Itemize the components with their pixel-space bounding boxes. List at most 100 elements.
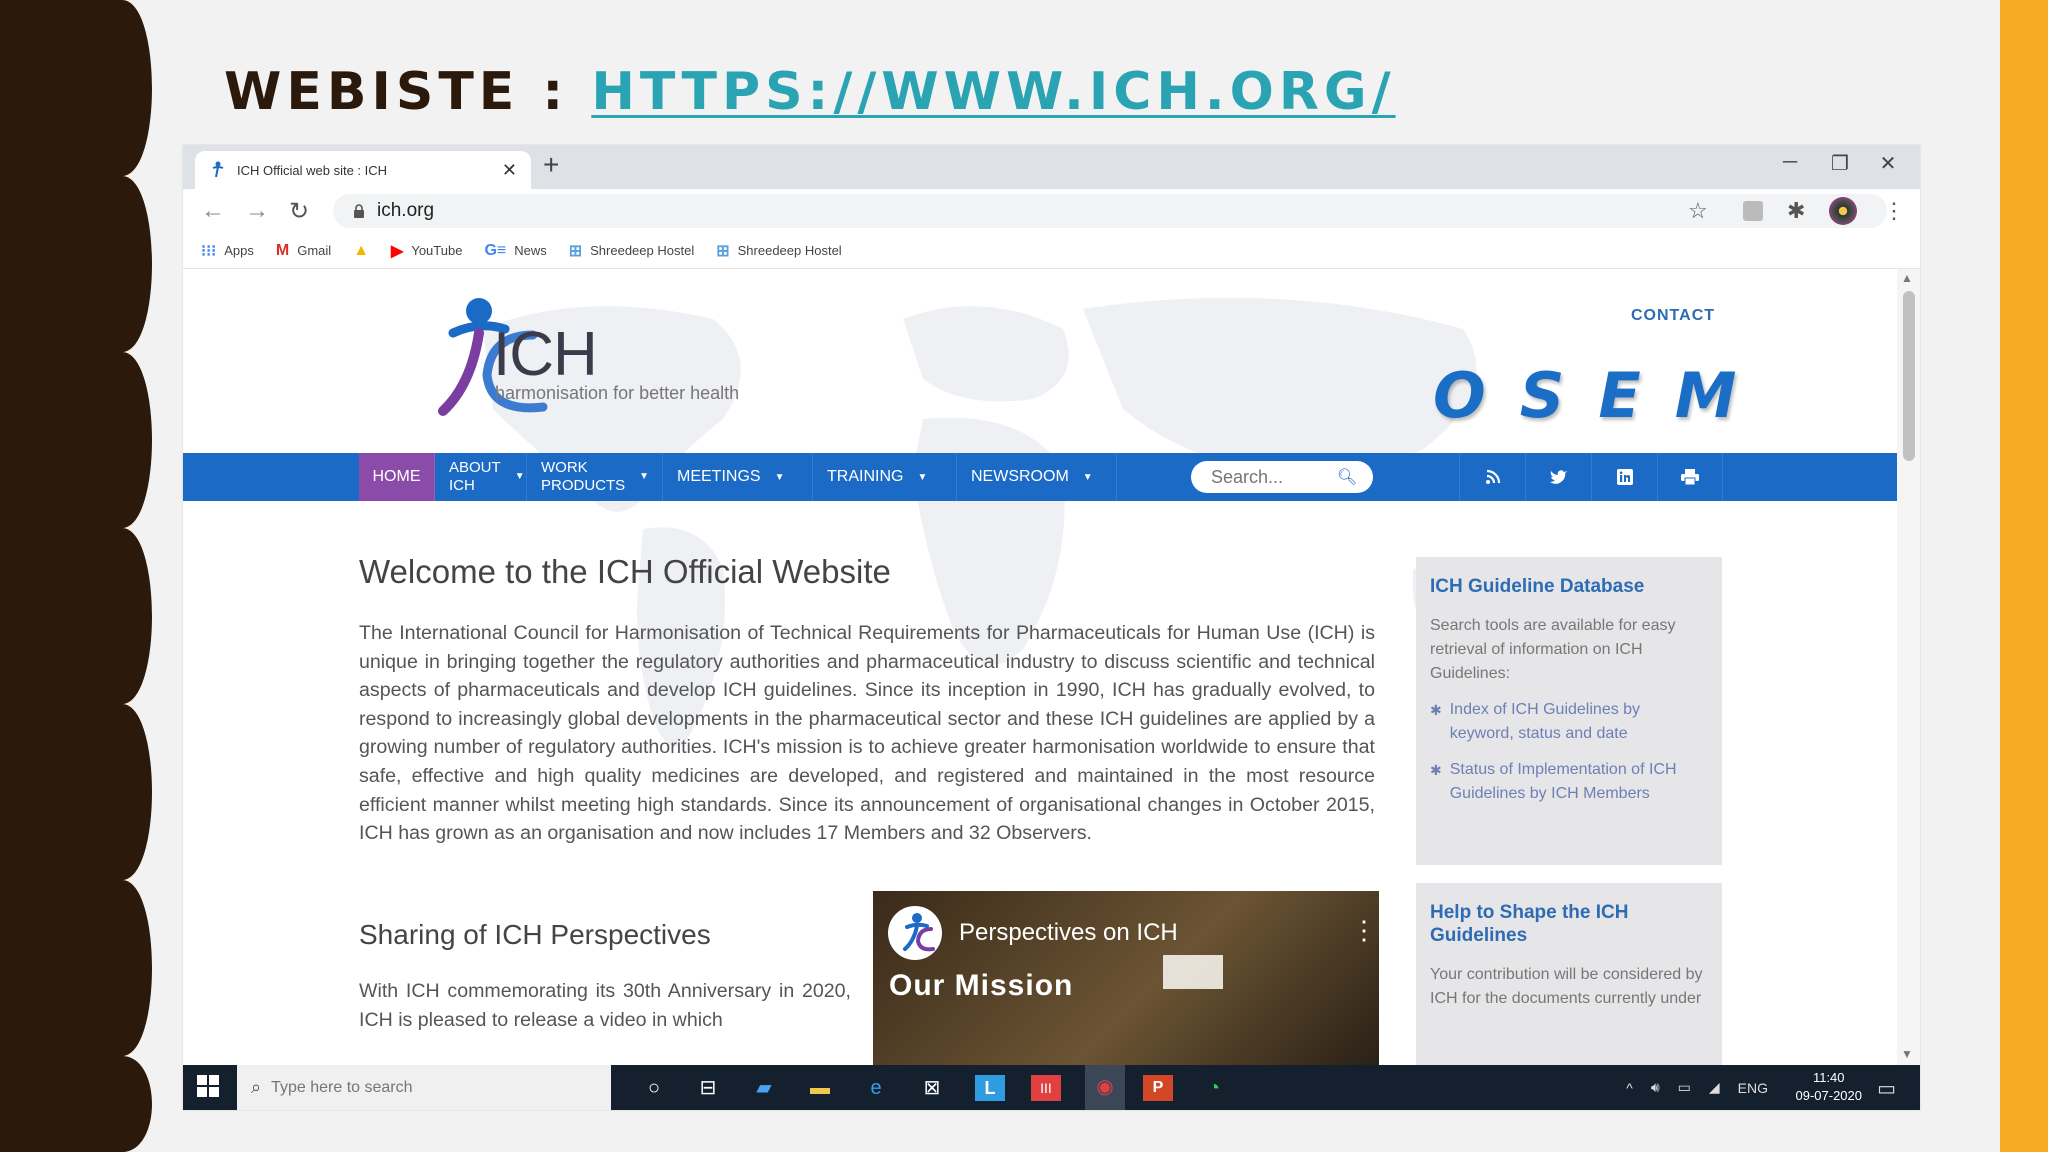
osem-banner[interactable]: O S E M — [1433, 359, 1736, 432]
osem-letter: E — [1598, 359, 1641, 432]
ich-channel-icon — [888, 906, 942, 960]
welcome-paragraph: The International Council for Harmonisat… — [359, 622, 1375, 845]
red-app-icon[interactable]: III — [1031, 1075, 1061, 1101]
nav-label: WORK PRODUCTS — [541, 459, 626, 494]
nav-label: NEWSROOM — [971, 468, 1069, 485]
bookmark-shreedeep-hostel[interactable]: ⊞ Shreedeep Hostel — [716, 241, 841, 261]
system-tray: ^ 🔊︎ ▭ ◢ ENG — [1626, 1065, 1768, 1110]
new-tab-button[interactable]: + — [543, 149, 559, 181]
nav-about-ich[interactable]: ABOUT ICH ▼ — [435, 453, 527, 501]
ich-bullet-icon: ✱ — [1430, 762, 1442, 778]
browser-menu-icon[interactable]: ⋮ — [1883, 198, 1905, 224]
l-app-icon[interactable]: L — [975, 1075, 1005, 1101]
task-view-icon[interactable]: ⊟ — [693, 1073, 723, 1103]
rss-icon[interactable] — [1459, 453, 1525, 501]
caret-down-icon: ▼ — [774, 471, 785, 483]
help-shape-guidelines-panel: Help to Shape the ICH Guidelines Your co… — [1416, 883, 1722, 1065]
nav-home[interactable]: HOME — [359, 453, 435, 501]
scroll-down-arrow-icon[interactable]: ▼ — [1901, 1047, 1913, 1061]
print-icon[interactable] — [1657, 453, 1723, 501]
nav-newsroom[interactable]: NEWSROOM ▼ — [957, 453, 1117, 501]
osem-letter: M — [1674, 359, 1737, 432]
file-explorer-icon[interactable]: ▬ — [805, 1073, 835, 1103]
whatsapp-icon[interactable]: ◔ — [1199, 1073, 1229, 1103]
reload-button[interactable]: ↻ — [289, 197, 309, 226]
bookmark-shreedeep-hostel[interactable]: ⊞ Shreedeep Hostel — [569, 241, 694, 261]
bookmark-apps[interactable]: ⁝⁝⁝ Apps — [201, 241, 254, 261]
panel-text: Search tools are available for easy retr… — [1430, 617, 1676, 682]
search-icon: ⌕ — [251, 1077, 262, 1097]
address-bar[interactable]: ich.org — [333, 194, 1887, 228]
tray-expand-icon[interactable]: ^ — [1626, 1080, 1633, 1096]
windows-start-icon[interactable] — [197, 1075, 219, 1097]
nav-meetings[interactable]: MEETINGS ▼ — [663, 453, 813, 501]
linkedin-icon[interactable] — [1591, 453, 1657, 501]
site-search-box[interactable]: 🔍︎ — [1191, 461, 1373, 493]
site-search-input[interactable] — [1211, 466, 1331, 488]
back-button[interactable]: ← — [201, 197, 225, 225]
scroll-thumb[interactable] — [1903, 291, 1915, 461]
nav-label: TRAINING — [827, 468, 904, 485]
panel-title[interactable]: Help to Shape the ICH Guidelines — [1430, 901, 1708, 947]
taskbar-search-box[interactable]: ⌕ — [237, 1065, 611, 1110]
link-label: Index of ICH Guidelines by keyword, stat… — [1449, 701, 1641, 742]
nav-training[interactable]: TRAINING ▼ — [813, 453, 957, 501]
ich-bullet-icon: ✱ — [1430, 702, 1442, 718]
store-icon[interactable]: ⊠ — [917, 1073, 947, 1103]
logo-tagline: harmonisation for better health — [495, 383, 740, 403]
bookmark-star-icon[interactable]: ☆ — [1688, 198, 1708, 224]
guidelines-index-link[interactable]: ✱ Index of ICH Guidelines by keyword, sta… — [1430, 698, 1708, 746]
video-thumbnail[interactable]: Perspectives on ICH ⋮ Our Mission — [873, 891, 1379, 1065]
panel-title[interactable]: ICH Guideline Database — [1430, 575, 1708, 598]
search-icon[interactable]: 🔍︎ — [1337, 467, 1357, 487]
implementation-status-link[interactable]: ✱ Status of Implementation of ICH Guideli… — [1430, 758, 1708, 806]
nav-work-products[interactable]: WORK PRODUCTS ▼ — [527, 453, 663, 501]
forward-button[interactable]: → — [245, 197, 269, 225]
browser-tab[interactable]: ICH Official web site : ICH ✕ — [195, 151, 531, 189]
video-menu-icon[interactable]: ⋮ — [1351, 915, 1377, 946]
bookmarks-bar: ⁝⁝⁝ Apps M Gmail ▲ ▶ YouTube G≡ News ⊞ Shreed… — [183, 233, 1920, 269]
close-window-button[interactable]: ✕ — [1873, 151, 1903, 176]
network-icon[interactable]: ◢ — [1709, 1079, 1720, 1096]
bookmark-youtube[interactable]: ▶ YouTube — [391, 241, 462, 261]
panel-text: Your contribution will be considered by … — [1430, 966, 1703, 1007]
chrome-icon[interactable]: ◉ — [1085, 1065, 1125, 1110]
slide-title: WEBISTE : HTTPS://WWW.ICH.ORG/ — [224, 62, 1396, 122]
bookmark-label: Apps — [224, 243, 254, 258]
contact-link[interactable]: CONTACT — [1631, 307, 1715, 325]
osem-letter: S — [1519, 359, 1565, 432]
link-label: Status of Implementation of ICH Guidelin… — [1449, 761, 1677, 802]
volume-icon[interactable]: 🔊︎ — [1651, 1079, 1660, 1096]
scroll-up-arrow-icon[interactable]: ▲ — [1901, 271, 1913, 285]
lock-icon — [354, 204, 364, 218]
slide: WEBISTE : HTTPS://WWW.ICH.ORG/ ICH Offic… — [0, 0, 2048, 1152]
website-link[interactable]: HTTPS://WWW.ICH.ORG/ — [591, 62, 1395, 122]
grid-app-icon: ⊞ — [568, 242, 583, 260]
language-indicator[interactable]: ENG — [1738, 1080, 1768, 1096]
powerpoint-icon[interactable]: P — [1143, 1075, 1173, 1101]
page-scrollbar[interactable]: ▲ ▼ — [1897, 269, 1920, 1065]
taskbar-search-input[interactable] — [271, 1078, 572, 1097]
tab-strip: ICH Official web site : ICH ✕ + ─ ❐ ✕ — [183, 145, 1920, 189]
notification-center-icon[interactable]: ▭ — [1877, 1076, 1896, 1101]
cortana-icon[interactable]: ○ — [639, 1073, 669, 1103]
app-icon[interactable]: ▰ — [749, 1073, 779, 1103]
edge-icon[interactable]: e — [861, 1073, 891, 1103]
bookmark-drive[interactable]: ▲ — [353, 242, 369, 260]
bookmark-gmail[interactable]: M Gmail — [276, 242, 331, 260]
tab-close-icon[interactable]: ✕ — [502, 160, 517, 181]
sharing-heading: Sharing of ICH Perspectives — [359, 919, 711, 950]
restore-button[interactable]: ❐ — [1825, 151, 1855, 176]
ich-favicon-icon — [212, 161, 224, 178]
extensions-puzzle-icon[interactable]: ✱ — [1787, 198, 1805, 224]
extension-icon[interactable] — [1743, 201, 1763, 221]
wavy-border-decoration — [0, 0, 152, 1152]
minimize-button[interactable]: ─ — [1775, 151, 1805, 174]
bookmark-news[interactable]: G≡ News — [484, 242, 546, 260]
clock[interactable]: 11:40 09-07-2020 — [1796, 1069, 1863, 1105]
video-title: Perspectives on ICH — [959, 919, 1178, 946]
url-text: ich.org — [377, 200, 435, 221]
twitter-icon[interactable] — [1525, 453, 1591, 501]
battery-icon[interactable]: ▭ — [1678, 1079, 1691, 1096]
profile-avatar[interactable] — [1829, 197, 1857, 225]
